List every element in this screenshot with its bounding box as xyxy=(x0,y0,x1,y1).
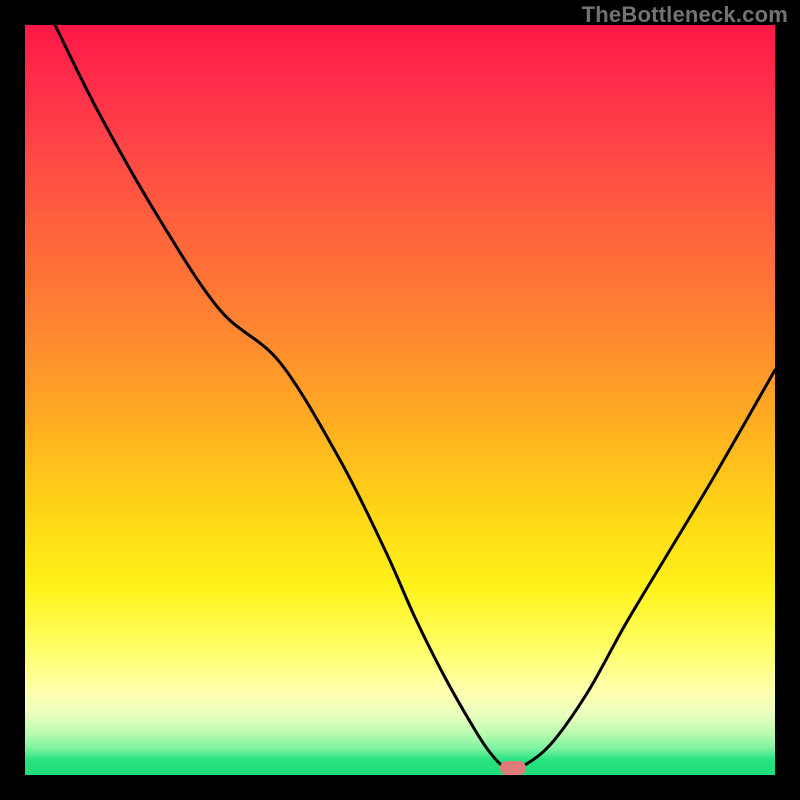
plot-area xyxy=(25,25,775,775)
optimal-marker xyxy=(500,761,526,775)
figure-container: TheBottleneck.com xyxy=(0,0,800,800)
bottleneck-curve xyxy=(25,25,775,775)
curve-path xyxy=(55,25,775,770)
